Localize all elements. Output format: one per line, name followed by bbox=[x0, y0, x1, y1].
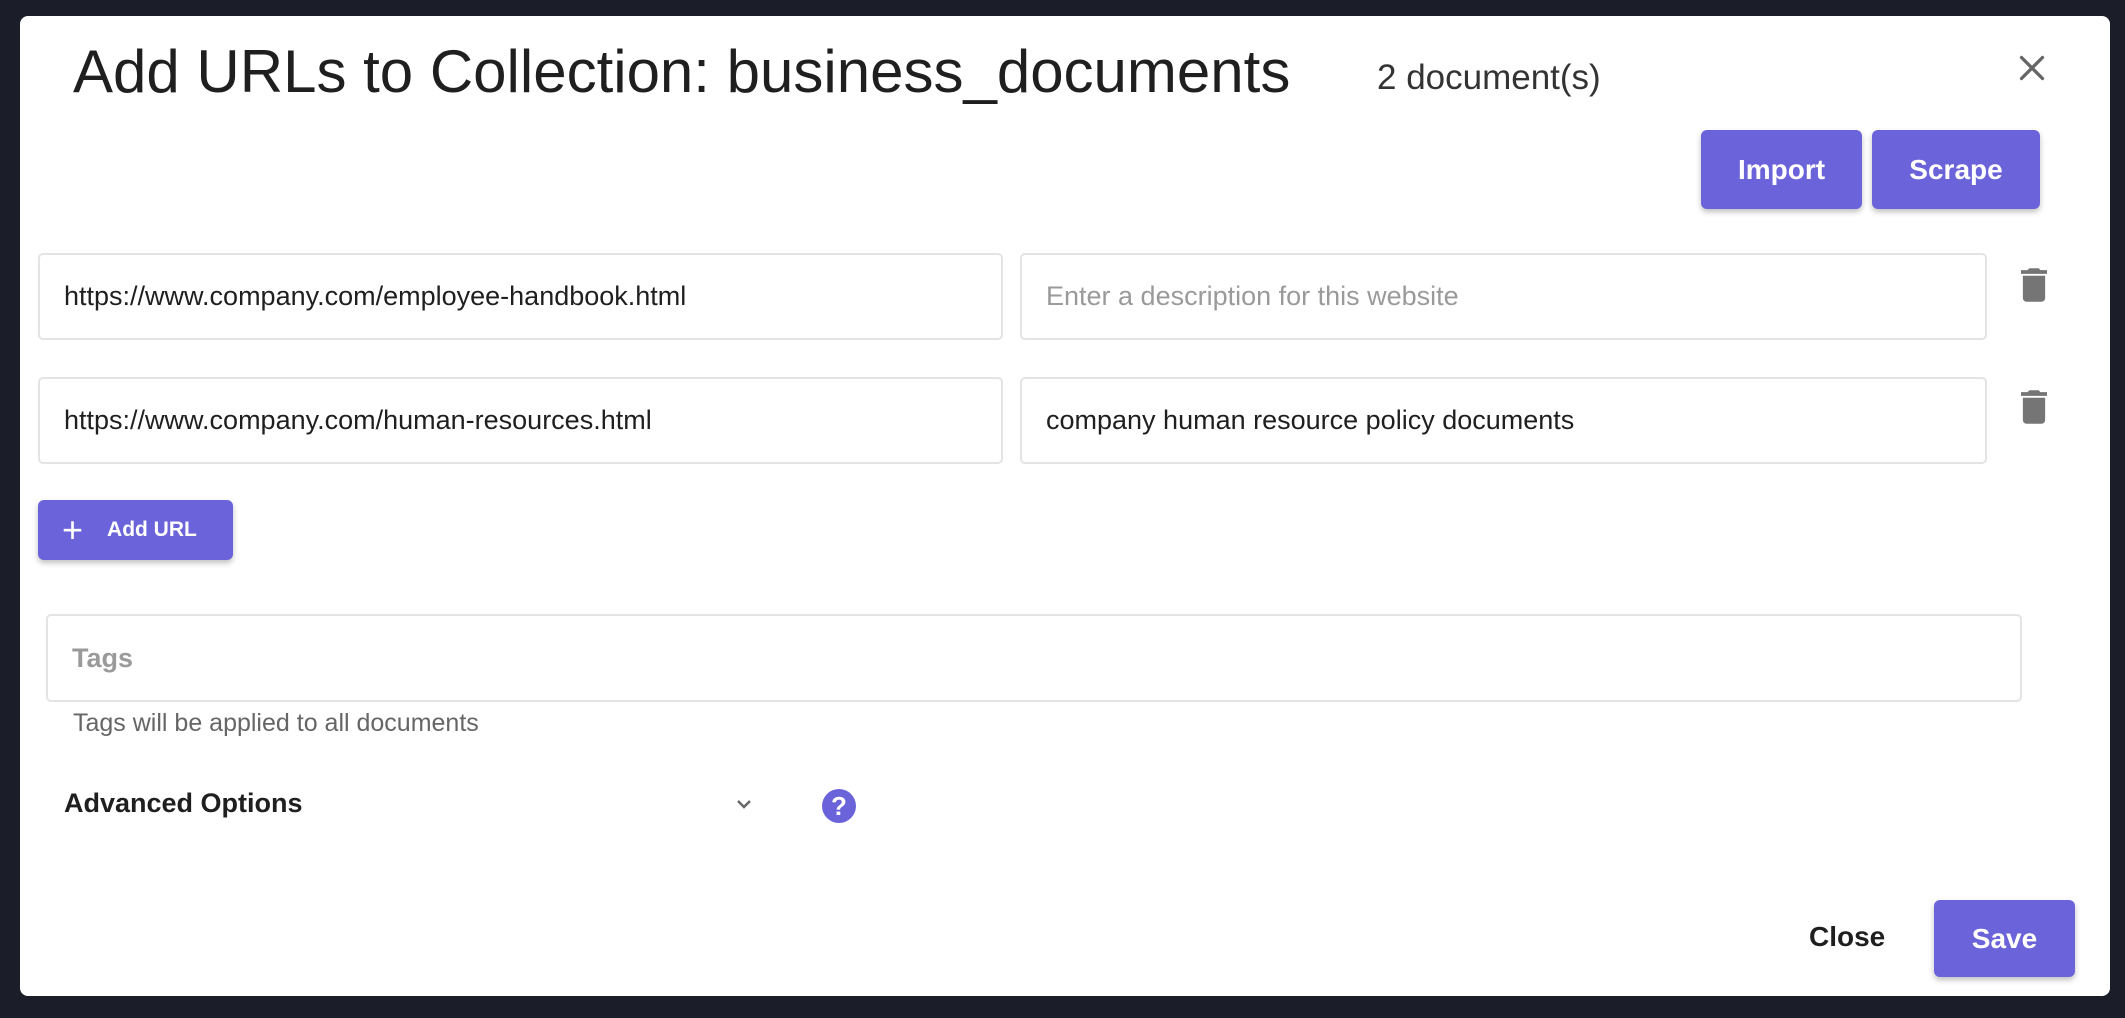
tags-helper-text: Tags will be applied to all documents bbox=[73, 709, 479, 737]
description-input-1[interactable] bbox=[1046, 281, 1985, 312]
url-field-2[interactable] bbox=[38, 377, 1003, 464]
save-button[interactable]: Save bbox=[1934, 900, 2075, 977]
dialog-title: Add URLs to Collection: business_documen… bbox=[73, 38, 1291, 105]
import-button[interactable]: Import bbox=[1701, 130, 1862, 209]
help-icon[interactable]: ? bbox=[822, 789, 856, 823]
description-field-1[interactable] bbox=[1020, 253, 1987, 340]
tags-input[interactable] bbox=[72, 642, 2020, 674]
description-input-2[interactable] bbox=[1046, 405, 1985, 436]
tags-field[interactable] bbox=[46, 614, 2022, 702]
document-count: 2 document(s) bbox=[1377, 58, 1601, 97]
delete-row-1-icon[interactable] bbox=[2021, 268, 2047, 302]
url-input-1[interactable] bbox=[64, 281, 1001, 312]
add-urls-dialog: Add URLs to Collection: business_documen… bbox=[20, 16, 2110, 996]
close-icon[interactable] bbox=[2014, 50, 2050, 86]
advanced-options-toggle[interactable]: Advanced Options bbox=[64, 788, 303, 819]
url-input-2[interactable] bbox=[64, 405, 1001, 436]
delete-row-2-icon[interactable] bbox=[2021, 390, 2047, 424]
close-button[interactable]: Close bbox=[1809, 921, 1885, 953]
url-field-1[interactable] bbox=[38, 253, 1003, 340]
add-url-button[interactable]: + Add URL bbox=[38, 500, 233, 560]
chevron-down-icon[interactable] bbox=[732, 792, 756, 816]
plus-icon: + bbox=[62, 509, 84, 550]
scrape-button[interactable]: Scrape bbox=[1872, 130, 2040, 209]
description-field-2[interactable] bbox=[1020, 377, 1987, 464]
add-url-label: Add URL bbox=[107, 518, 197, 541]
